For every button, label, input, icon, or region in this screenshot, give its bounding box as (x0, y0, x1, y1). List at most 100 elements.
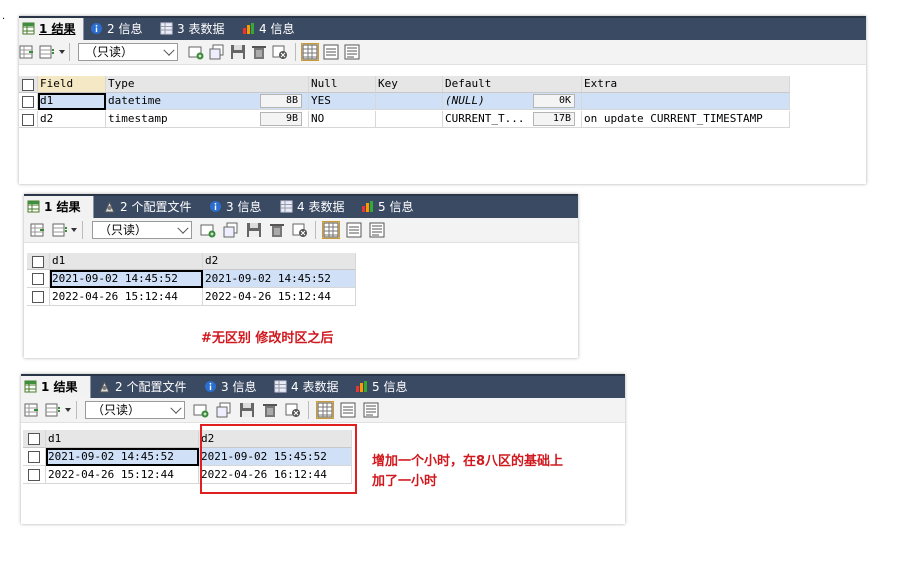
export-icon[interactable] (24, 402, 40, 418)
duplicate-row-icon[interactable] (223, 222, 239, 238)
cell-type[interactable]: datetime 8B (106, 93, 309, 110)
checkbox[interactable] (22, 79, 34, 91)
checkbox[interactable] (28, 451, 40, 463)
cancel-changes-icon[interactable] (285, 402, 301, 418)
checkbox[interactable] (32, 256, 44, 268)
delete-icon[interactable] (262, 402, 278, 418)
cell-field[interactable]: d2 (38, 111, 106, 128)
cell-d2[interactable]: 2021-09-02 14:45:52 (203, 270, 356, 288)
cell-field[interactable]: d1 (38, 93, 106, 110)
cell-d1[interactable]: 2022-04-26 15:12:44 (46, 466, 199, 484)
tab-label: 5 信息 (378, 200, 414, 214)
grid-view-icon[interactable] (322, 221, 340, 239)
checkbox[interactable] (32, 273, 44, 285)
checkbox[interactable] (32, 291, 44, 303)
export-icon[interactable] (30, 222, 46, 238)
column-header-d1[interactable]: d1 (50, 253, 203, 270)
tab-profiles[interactable]: 2 个配置文件 (100, 196, 203, 218)
readonly-select[interactable]: （只读） (85, 401, 185, 419)
tab-table-data[interactable]: 3 表数据 (157, 18, 239, 40)
import-dropdown-icon[interactable] (39, 44, 55, 60)
cell-extra[interactable]: on update CURRENT_TIMESTAMP (582, 111, 790, 128)
column-header-key[interactable]: Key (376, 76, 443, 93)
chevron-down-icon[interactable] (59, 50, 65, 54)
tab-info[interactable]: 2 信息 (87, 18, 157, 40)
tab-info[interactable]: 3 信息 (201, 376, 271, 398)
tab-label: 3 信息 (226, 200, 262, 214)
add-row-icon[interactable] (188, 44, 204, 60)
tab-result[interactable]: 1 结果 (21, 376, 91, 398)
tab-info-2[interactable]: 5 信息 (358, 196, 428, 218)
form-view-icon[interactable] (340, 402, 356, 418)
grid-view-icon[interactable] (316, 401, 334, 419)
row-checkbox-cell[interactable] (19, 111, 38, 128)
row-checkbox-cell[interactable] (19, 93, 38, 110)
cell-d1[interactable]: 2022-04-26 15:12:44 (50, 288, 203, 306)
import-dropdown-icon[interactable] (45, 402, 61, 418)
cell-key[interactable] (376, 93, 443, 110)
tab-label: 4 表数据 (297, 200, 345, 214)
cell-d1[interactable]: 2021-09-02 14:45:52 (50, 270, 203, 288)
select-all-checkbox-cell[interactable] (27, 253, 50, 270)
cell-type[interactable]: timestamp 9B (106, 111, 309, 128)
tab-profiles[interactable]: 2 个配置文件 (95, 376, 198, 398)
select-all-checkbox-cell[interactable] (19, 76, 38, 93)
tab-table-data[interactable]: 4 表数据 (277, 196, 357, 218)
cell-default[interactable]: CURRENT_T... 17B (443, 111, 582, 128)
text-view-icon[interactable] (369, 222, 385, 238)
tab-info[interactable]: 3 信息 (206, 196, 276, 218)
cell-d2[interactable]: 2022-04-26 15:12:44 (203, 288, 356, 306)
checkbox[interactable] (22, 96, 34, 108)
cell-null[interactable]: NO (309, 111, 376, 128)
form-view-icon[interactable] (323, 44, 339, 60)
duplicate-row-icon[interactable] (216, 402, 232, 418)
cell-extra[interactable] (582, 93, 790, 110)
cell-key[interactable] (376, 111, 443, 128)
row-checkbox-cell[interactable] (27, 288, 50, 306)
table-icon (280, 200, 293, 213)
delete-icon[interactable] (269, 222, 285, 238)
readonly-select[interactable]: （只读） (78, 43, 178, 61)
duplicate-row-icon[interactable] (209, 44, 225, 60)
cell-null[interactable]: YES (309, 93, 376, 110)
tab-table-data[interactable]: 4 表数据 (271, 376, 351, 398)
tab-info-2[interactable]: 5 信息 (352, 376, 422, 398)
save-icon[interactable] (239, 402, 255, 418)
row-checkbox-cell[interactable] (27, 270, 50, 288)
form-view-icon[interactable] (346, 222, 362, 238)
tab-result[interactable]: 1 结果 (24, 196, 94, 218)
column-header-null[interactable]: Null (309, 76, 376, 93)
column-header-d2[interactable]: d2 (203, 253, 356, 270)
readonly-select[interactable]: （只读） (92, 221, 192, 239)
text-view-icon[interactable] (363, 402, 379, 418)
tab-info-2[interactable]: 4 信息 (239, 18, 319, 40)
cancel-changes-icon[interactable] (292, 222, 308, 238)
column-header-d1[interactable]: d1 (46, 430, 199, 448)
chevron-down-icon[interactable] (65, 408, 71, 412)
checkbox[interactable] (28, 469, 40, 481)
import-dropdown-icon[interactable] (52, 222, 68, 238)
checkbox[interactable] (28, 433, 40, 445)
row-checkbox-cell[interactable] (23, 448, 46, 466)
checkbox[interactable] (22, 114, 34, 126)
delete-icon[interactable] (251, 44, 267, 60)
column-header-extra[interactable]: Extra (582, 76, 790, 93)
export-icon[interactable] (19, 44, 35, 60)
tab-result[interactable]: 1 结果 (19, 18, 84, 40)
save-icon[interactable] (230, 44, 246, 60)
select-all-checkbox-cell[interactable] (23, 430, 46, 448)
save-icon[interactable] (246, 222, 262, 238)
chevron-down-icon[interactable] (71, 228, 77, 232)
row-checkbox-cell[interactable] (23, 466, 46, 484)
cell-d1[interactable]: 2021-09-02 14:45:52 (46, 448, 199, 466)
cancel-changes-icon[interactable] (272, 44, 288, 60)
column-header-type[interactable]: Type (106, 76, 309, 93)
add-row-icon[interactable] (193, 402, 209, 418)
cell-default[interactable]: (NULL) 0K (443, 93, 582, 110)
text-view-icon[interactable] (344, 44, 360, 60)
grid-view-icon[interactable] (301, 43, 319, 61)
add-row-icon[interactable] (200, 222, 216, 238)
column-header-default[interactable]: Default (443, 76, 582, 93)
annotation-line-1: 增加一个小时，在8八区的基础上 (372, 454, 564, 469)
column-header-field[interactable]: Field (38, 76, 106, 93)
